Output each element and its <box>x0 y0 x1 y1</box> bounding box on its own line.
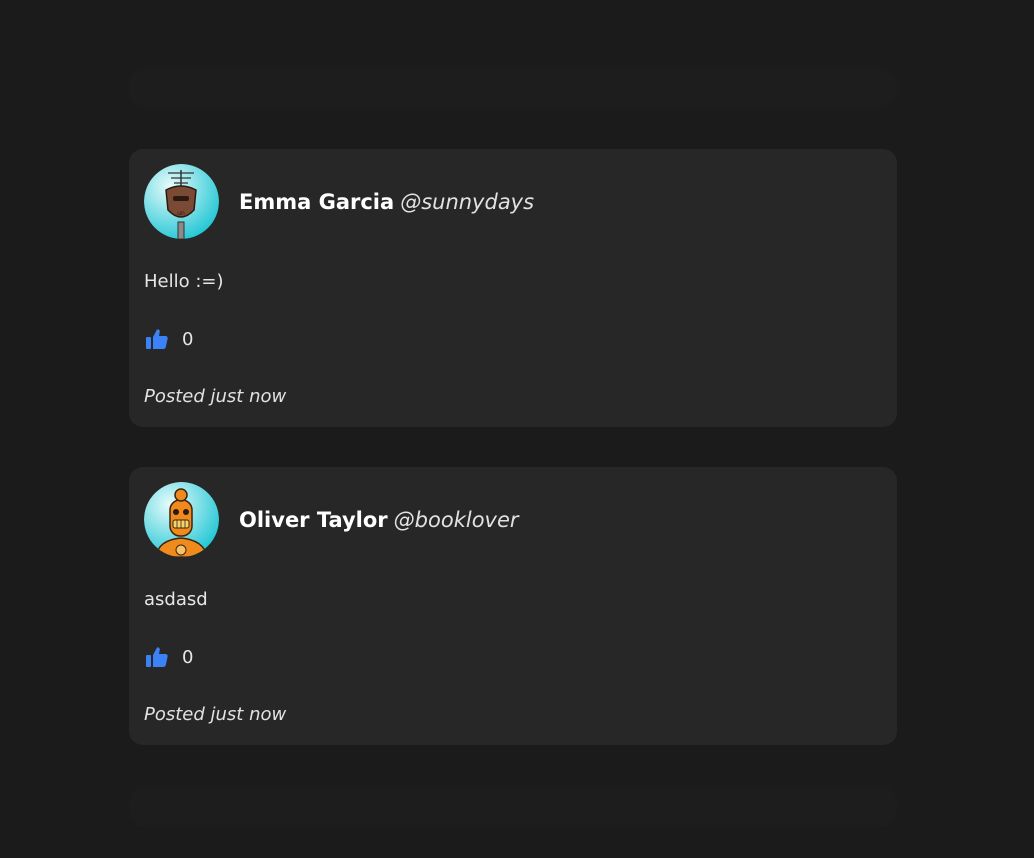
robot-antenna-avatar-icon: un <box>144 164 219 239</box>
like-button[interactable] <box>144 326 170 352</box>
post-timestamp: Posted just now <box>144 386 287 407</box>
feed-card-partial-top <box>129 68 897 108</box>
author-name[interactable]: Emma Garcia <box>239 190 394 214</box>
post-author: Oliver Taylor @booklover <box>239 505 519 535</box>
post-content: Hello :=) <box>144 271 224 292</box>
svg-text:un: un <box>177 210 185 217</box>
author-handle[interactable]: @booklover <box>394 508 519 532</box>
like-row: 0 <box>144 326 193 352</box>
avatar[interactable] <box>144 482 219 557</box>
like-button[interactable] <box>144 644 170 670</box>
robot-orange-avatar-icon <box>144 482 219 557</box>
thumbs-up-icon <box>146 329 168 349</box>
author-name[interactable]: Oliver Taylor <box>239 508 388 532</box>
feed-page: un Emma Garcia @sunnydays Hello :=) 0 Pos… <box>0 0 1034 858</box>
post-author: Emma Garcia @sunnydays <box>239 187 534 217</box>
thumbs-up-icon <box>146 647 168 667</box>
like-count: 0 <box>182 328 194 350</box>
like-count: 0 <box>182 646 194 668</box>
author-handle[interactable]: @sunnydays <box>400 190 534 214</box>
post-content: asdasd <box>144 589 208 610</box>
post-card: Oliver Taylor @booklover asdasd 0 Posted … <box>129 467 897 745</box>
feed-card-partial-bottom <box>129 787 897 827</box>
avatar[interactable]: un <box>144 164 219 239</box>
post-card: un Emma Garcia @sunnydays Hello :=) 0 Pos… <box>129 149 897 427</box>
post-timestamp: Posted just now <box>144 704 287 725</box>
like-row: 0 <box>144 644 193 670</box>
